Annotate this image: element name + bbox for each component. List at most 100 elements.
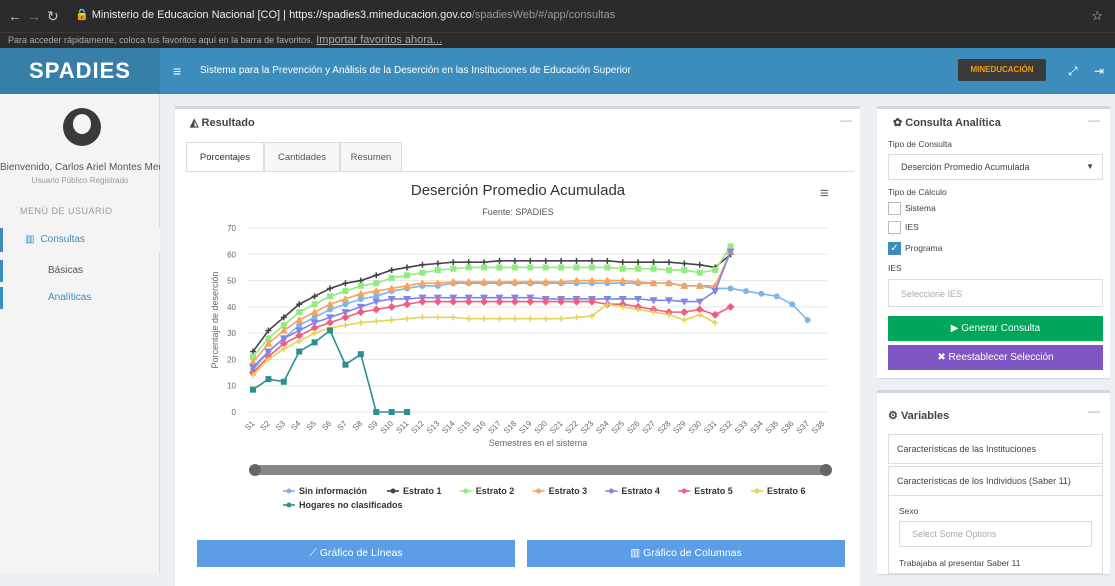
x-tick-label: S10	[379, 419, 396, 436]
legend-item: Hogares no clasificados	[299, 500, 403, 510]
data-point	[511, 264, 518, 271]
variables-collapse-icon[interactable]: —	[1088, 404, 1100, 418]
data-point	[758, 290, 765, 297]
data-point	[342, 361, 349, 368]
data-point	[419, 269, 426, 276]
y-tick-label: 50	[227, 277, 236, 286]
x-tick-label: S29	[671, 419, 688, 436]
trabajaba-label: Trabajaba al presentar Saber 11	[899, 558, 1021, 568]
x-tick-label: S2	[259, 419, 273, 433]
reload-icon[interactable]: ↻	[47, 8, 59, 24]
generar-label: Generar Consulta	[961, 323, 1041, 334]
app-logo[interactable]: SPADIES	[0, 48, 160, 94]
url-path: /spadiesWeb/#/app/consultas	[471, 9, 616, 21]
legend-marker	[286, 502, 292, 508]
sidebar-item-consultas[interactable]: ▥ Consultas	[0, 228, 160, 252]
data-point	[588, 264, 595, 271]
data-point	[711, 310, 720, 319]
chart-title: Deserción Promedio Acumulada	[410, 182, 626, 199]
data-point	[373, 409, 380, 415]
data-point	[296, 322, 303, 329]
back-icon[interactable]: ←	[8, 8, 22, 24]
legend-marker	[754, 488, 760, 494]
y-tick-label: 10	[227, 382, 236, 391]
tipo-consulta-select[interactable]: Deserción Promedio Acumulada ▼	[888, 154, 1103, 180]
tipo-consulta-value: Deserción Promedio Acumulada	[901, 162, 1030, 172]
data-point	[388, 274, 395, 281]
cogs-icon: ⚙	[888, 410, 898, 422]
y-tick-label: 60	[227, 250, 236, 259]
x-tick-label: S31	[702, 419, 719, 436]
legend-marker	[463, 488, 469, 494]
sidebar-item-analiticas[interactable]: Analíticas	[0, 287, 160, 309]
programa-checkbox[interactable]: ✓	[888, 242, 901, 255]
tab-cantidades[interactable]: Cantidades	[264, 142, 340, 172]
y-axis-label: Porcentaje de deserción	[210, 271, 220, 368]
legend-item: Estrato 5	[694, 486, 733, 496]
tab-resumen[interactable]: Resumen	[340, 142, 402, 172]
y-tick-label: 30	[227, 329, 236, 338]
data-point	[341, 313, 350, 322]
series-line	[252, 303, 716, 376]
mineducacion-button[interactable]: MINEDUCACIÓN	[958, 59, 1046, 81]
bookmarks-bar: Para acceder rápidamente, coloca tus fav…	[0, 32, 1115, 48]
sistema-checkbox[interactable]	[888, 202, 901, 215]
data-point	[789, 301, 796, 308]
data-point	[404, 272, 411, 279]
data-point	[726, 302, 735, 311]
sexo-label: Sexo	[899, 506, 919, 516]
sexo-input[interactable]: Select Some Options	[899, 521, 1092, 547]
data-point	[357, 282, 364, 289]
welcome-text: Bienvenido, Carlos Ariel Montes Medina	[0, 162, 160, 173]
consulta-collapse-icon[interactable]: —	[1088, 113, 1100, 127]
data-point	[342, 288, 349, 295]
import-bookmarks-link[interactable]: Importar favoritos ahora...	[316, 34, 442, 46]
generar-consulta-button[interactable]: ▶ Generar Consulta	[888, 316, 1103, 341]
forward-icon[interactable]: →	[27, 8, 41, 24]
legend-item: Estrato 2	[476, 486, 515, 496]
data-point	[496, 264, 503, 271]
consulta-title: ✿ Consulta Analítica	[893, 116, 1001, 129]
ies-checkbox[interactable]	[888, 221, 901, 234]
sidebar-item-basicas[interactable]: Básicas	[0, 260, 160, 282]
collapse-icon[interactable]: —	[840, 113, 852, 127]
menu-toggle-icon[interactable]: ≡	[173, 48, 181, 94]
ies-input[interactable]: Seleccione IES	[888, 279, 1103, 307]
data-point	[481, 264, 488, 271]
variables-title-text: Variables	[900, 410, 950, 422]
logout-icon[interactable]: ⇥	[1094, 48, 1104, 94]
variables-title: ⚙ Variables	[888, 409, 949, 422]
x-tick-label: S24	[594, 419, 611, 436]
tab-divider	[186, 171, 854, 172]
expand-icon[interactable]: ⤢	[1068, 48, 1078, 94]
data-point	[388, 409, 395, 415]
data-point	[327, 293, 334, 300]
caret-down-icon: ▼	[1086, 162, 1094, 171]
line-chart-button[interactable]: ⟋ Gráfico de Líneas	[197, 540, 515, 567]
panel-instituciones[interactable]: Características de las Instituciones	[888, 434, 1103, 464]
tab-porcentajes[interactable]: Porcentajes	[186, 142, 264, 172]
data-point	[449, 297, 458, 306]
data-point	[250, 386, 256, 393]
reset-button[interactable]: ✖ Reestablecer Selección	[888, 345, 1103, 370]
avatar-head	[73, 114, 91, 134]
y-tick-label: 70	[227, 224, 236, 233]
data-point	[433, 297, 442, 306]
x-tick-label: S28	[656, 419, 673, 436]
data-point	[542, 264, 549, 271]
address-bar[interactable]: 🔒 Ministerio de Educacion Nacional [CO] …	[75, 7, 615, 23]
bookmark-star-icon[interactable]: ☆	[1091, 8, 1103, 24]
column-chart-button[interactable]: ▥ Gráfico de Columnas	[527, 540, 845, 567]
panel-individuos[interactable]: Características de los Individuos (Saber…	[888, 466, 1103, 496]
navigator-handle-left	[249, 464, 261, 476]
x-tick-label: S12	[409, 419, 426, 436]
app-title: Sistema para la Prevención y Análisis de…	[200, 65, 631, 76]
ies-label: IES	[888, 263, 902, 273]
legend-marker	[286, 488, 292, 494]
x-tick-label: S27	[641, 419, 658, 436]
x-tick-label: S36	[779, 419, 796, 436]
x-tick-label: S6	[320, 419, 334, 433]
x-tick-label: S9	[366, 419, 380, 433]
lock-icon: 🔒	[75, 9, 89, 21]
chart-menu-icon[interactable]: ≡	[820, 185, 829, 202]
